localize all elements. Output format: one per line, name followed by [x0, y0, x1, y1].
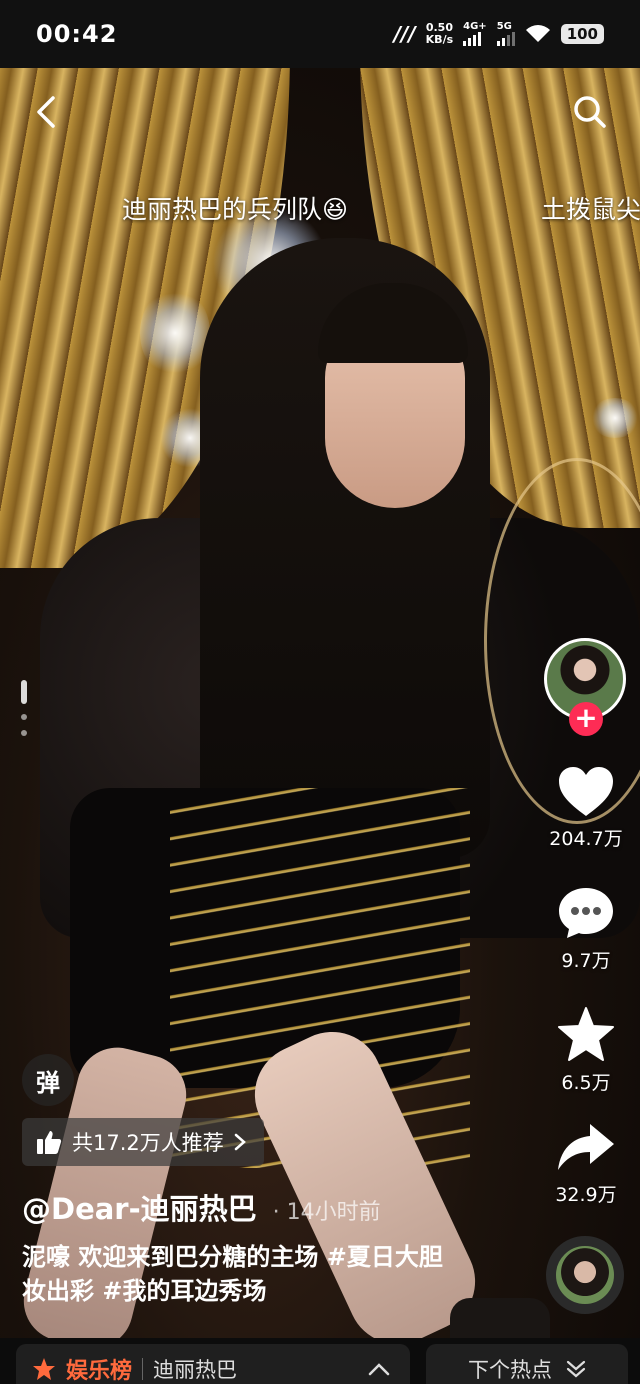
stage-light: [140, 288, 210, 378]
back-button[interactable]: [26, 92, 66, 132]
search-icon: [574, 96, 606, 128]
chevron-right-icon: [234, 1133, 246, 1151]
search-button[interactable]: [570, 92, 610, 132]
author-name[interactable]: @Dear-迪丽热巴: [22, 1186, 257, 1228]
music-disc-icon[interactable]: [546, 1236, 624, 1314]
ranking-title: 娱乐榜: [66, 1359, 133, 1384]
like-button[interactable]: 204.7万: [536, 766, 636, 851]
wifi-icon: [525, 25, 550, 42]
page-dot: [21, 714, 27, 720]
network-speed-unit: KB/s: [425, 33, 454, 46]
status-icons: /// 0.50 KB/s 4G+ 5G 100: [394, 22, 604, 46]
signal-5g-icon: 5G: [496, 21, 515, 46]
stage-light: [590, 398, 640, 438]
signal-4g-icon: 4G+: [463, 22, 487, 46]
signal-4g-label: 4G+: [463, 21, 487, 32]
performer-boot: [450, 1298, 550, 1338]
star-icon: [558, 1007, 614, 1061]
star-icon: [33, 1358, 55, 1380]
ranking-pill[interactable]: 娱乐榜 迪丽热巴: [16, 1344, 410, 1384]
recommend-chip[interactable]: 共17.2万人推荐: [22, 1118, 264, 1166]
recommend-text: 共17.2万人推荐: [72, 1131, 224, 1155]
network-speed: 0.50 KB/s: [426, 22, 453, 46]
ranking-topic: 迪丽热巴: [153, 1358, 238, 1382]
comment-count: 9.7万: [561, 950, 611, 972]
page-dot-active: [21, 680, 27, 704]
danmaku-toggle-label: 弹: [36, 1068, 60, 1097]
signal-5g-label: 5G: [496, 21, 512, 32]
video-feed-screen: 00:42 /// 0.50 KB/s 4G+ 5G 100 迪丽热巴的兵列队😆…: [0, 0, 640, 1384]
follow-button[interactable]: +: [569, 702, 603, 736]
favorite-count: 6.5万: [561, 1072, 611, 1094]
clock: 00:42: [36, 20, 118, 48]
danmaku-toggle-button[interactable]: 弹: [22, 1054, 74, 1106]
carrier-logo-icon: ///: [393, 22, 416, 46]
comment-button[interactable]: 9.7万: [536, 886, 636, 973]
share-button[interactable]: 32.9万: [536, 1122, 636, 1207]
like-count: 204.7万: [549, 828, 623, 850]
thumbs-up-icon: [37, 1131, 62, 1154]
chevron-double-down-icon: [566, 1360, 586, 1378]
share-count: 32.9万: [555, 1184, 617, 1206]
danmaku-comment: 迪丽热巴的兵列队😆: [122, 195, 349, 224]
video-caption[interactable]: 泥嚎 欢迎来到巴分糖的主场 #夏日大胆妆出彩 #我的耳边秀场: [22, 1240, 462, 1308]
favorite-button[interactable]: 6.5万: [536, 1006, 636, 1095]
chevron-left-icon: [37, 96, 55, 128]
next-hot-label: 下个热点: [468, 1358, 552, 1382]
battery-indicator: 100: [560, 24, 604, 44]
author-row: @Dear-迪丽热巴 · 14小时前: [22, 1186, 381, 1228]
next-hot-button[interactable]: 下个热点: [426, 1344, 628, 1384]
danmaku-comment: 土拨鼠尖: [541, 195, 640, 224]
chevron-up-icon: [368, 1363, 390, 1376]
status-bar: 00:42 /// 0.50 KB/s 4G+ 5G 100: [0, 0, 640, 68]
share-arrow-icon: [558, 1124, 614, 1170]
comment-bubble-icon: [559, 888, 613, 938]
heart-icon: [559, 767, 613, 816]
page-dot: [21, 730, 27, 736]
page-indicator: [21, 680, 27, 736]
divider: [142, 1358, 144, 1380]
post-time: · 14小时前: [272, 1200, 381, 1225]
